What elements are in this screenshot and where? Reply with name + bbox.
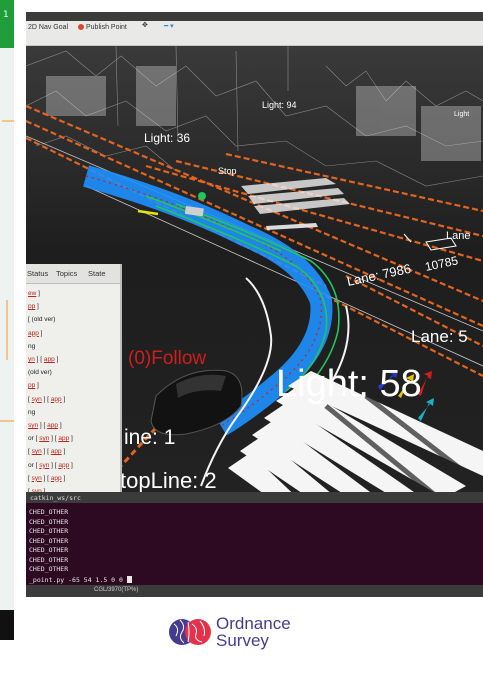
follow-label: (0)Follow [128, 348, 206, 369]
panel-list-item: pp ] [28, 303, 39, 310]
terminal-line: CHED_OTHER [29, 555, 69, 564]
panel-item-link[interactable]: syn [39, 462, 49, 469]
publish-point-button[interactable]: Publish Point [78, 24, 127, 31]
panel-item-suffix: ] [69, 461, 73, 469]
panel-item-link[interactable]: syn [28, 422, 38, 429]
window-title-bar [26, 12, 483, 21]
panel-item-link[interactable]: app [47, 422, 58, 429]
terminal-command[interactable]: _point.py -65 54 1.5 0 0 [29, 576, 132, 584]
panel-list-item: [ syn ] [ app ] [28, 474, 66, 482]
rviz-toolbar: 2D Nav Goal Publish Point ✥ ━ ▾ [26, 12, 483, 46]
map-road [0, 420, 14, 422]
panel-item-suffix: ] [35, 303, 39, 311]
panel-item-link[interactable]: app [51, 448, 62, 455]
panel-item-text: or [ [28, 461, 40, 469]
os-globe-icon [169, 619, 211, 645]
panel-item-link[interactable]: app [44, 356, 55, 363]
panel-list-item: app ] [28, 330, 42, 337]
panel-item-link[interactable]: syn [32, 475, 42, 482]
panel-list-item: [ (old ver) [28, 316, 55, 323]
terminal-line: CHED_OTHER [29, 565, 69, 573]
panel-item-suffix: ] [54, 356, 59, 363]
panel-list-item: [ syn ] [ app ] [28, 395, 66, 403]
tool-dropdown-icon[interactable]: ━ ▾ [164, 22, 174, 30]
map-road [2, 120, 14, 122]
light-label-58: Light: 58 [276, 363, 422, 405]
panel-list-item: or [ syn ] [ app ] [28, 435, 73, 443]
panel-list-item: yn ] [ app ] [28, 356, 59, 363]
panel-item-text: ng [28, 408, 36, 416]
runtime-manager-panel: Status Topics State ew ] pp ] [ (old ver) a… [26, 264, 122, 504]
logo-text-line1: Ordnance [216, 614, 291, 633]
panel-item-suffix: ] [36, 290, 40, 297]
panel-item-link[interactable]: syn [32, 448, 42, 455]
panel-item-link[interactable]: app [58, 435, 69, 442]
lane-label-big: Lane: 5 [411, 327, 468, 346]
terminal-line: CHED_OTHER [29, 527, 69, 535]
light-label-94: Light: 94 [262, 100, 297, 110]
light-label-cut: Light [454, 111, 469, 118]
panel-list-item: ew ] [28, 290, 40, 297]
map-app-header: 1 [0, 0, 14, 48]
terminal-line: CHED_OTHER [29, 508, 69, 516]
panel-item-link[interactable]: yn [28, 356, 35, 363]
terminal-command-text: _point.py -65 54 1.5 0 0 [29, 576, 123, 584]
line-label-1: ine: 1 [124, 426, 175, 449]
panel-item-link[interactable]: app [28, 330, 39, 337]
terminal-window[interactable]: catkin_ws/src CHED_OTHER CHED_OTHER CHED_O… [26, 492, 483, 597]
panel-item-text: [ (old ver) [28, 316, 56, 324]
publish-point-label: Publish Point [86, 24, 127, 31]
panel-item-link[interactable]: app [51, 475, 62, 482]
panel-item-suffix: ] [58, 422, 62, 429]
ordnance-survey-logo: Ordnance Survey [168, 610, 348, 654]
panel-item-suffix: ] [69, 435, 73, 443]
panel-item-suffix: ] [35, 382, 39, 390]
logo-text-line2: Survey [216, 631, 269, 650]
panel-item-link[interactable]: app [58, 462, 69, 469]
terminal-line: CHED_OTHER [29, 517, 69, 526]
panel-item-text: ng [28, 342, 36, 350]
panel-item-suffix: ] [61, 395, 66, 403]
panel-list-item: syn ] [ app ] [28, 422, 62, 429]
panel-item-link[interactable]: syn [39, 435, 49, 442]
far-signal [198, 192, 206, 200]
map-app-footer [0, 610, 14, 640]
move-cross-icon[interactable]: ✥ [142, 21, 148, 29]
panel-item-suffix: ] [61, 448, 66, 456]
map-road [6, 300, 8, 360]
tab-state[interactable]: State [88, 269, 106, 278]
tab-status[interactable]: Status [27, 269, 48, 278]
stopline-label-2: topLine: 2 [120, 468, 217, 493]
panel-list-item: or [ syn ] [ app ] [28, 461, 73, 469]
panel-item-suffix: ] [61, 474, 66, 482]
panel-list-item: [ syn ] [ app ] [28, 448, 66, 456]
rviz-screen: 2D Nav Goal Publish Point ✥ ━ ▾ Light: 3… [26, 12, 483, 597]
terminal-title: catkin_ws/src [26, 492, 483, 503]
terminal-cursor [126, 576, 132, 583]
panel-item-text: (old ver) [28, 369, 52, 377]
panel-item-text: or [ [28, 435, 40, 443]
panel-list-item: pp ] [28, 382, 39, 389]
status-bar: CGL/3970(TP%) [26, 585, 483, 597]
screenshot-root: 1 2D Nav Goal Publish Point ✥ ━ ▾ Light:… [0, 0, 483, 673]
status-text: CGL/3970(TP%) [94, 587, 139, 593]
terminal-line: CHED_OTHER [29, 546, 69, 554]
tab-topics[interactable]: Topics [56, 269, 77, 278]
stop-label: Stop [218, 166, 237, 176]
panel-item-link[interactable]: syn [32, 396, 42, 403]
panel-list-item: ng [28, 343, 35, 350]
panel-item-suffix: ] [38, 329, 43, 337]
nav-goal-button[interactable]: 2D Nav Goal [28, 24, 68, 31]
map-pin-icon [78, 24, 84, 30]
panel-item-link[interactable]: app [51, 396, 62, 403]
terminal-line: CHED_OTHER [29, 536, 69, 545]
lane-label-small: Lane [446, 230, 470, 242]
panel-list-item: (old ver) [28, 369, 52, 376]
background-map-app: 1 [0, 0, 14, 640]
panel-tabs: Status Topics State [26, 264, 120, 284]
panel-list-item: ng [28, 409, 35, 416]
light-label-36: Light: 36 [144, 131, 190, 145]
